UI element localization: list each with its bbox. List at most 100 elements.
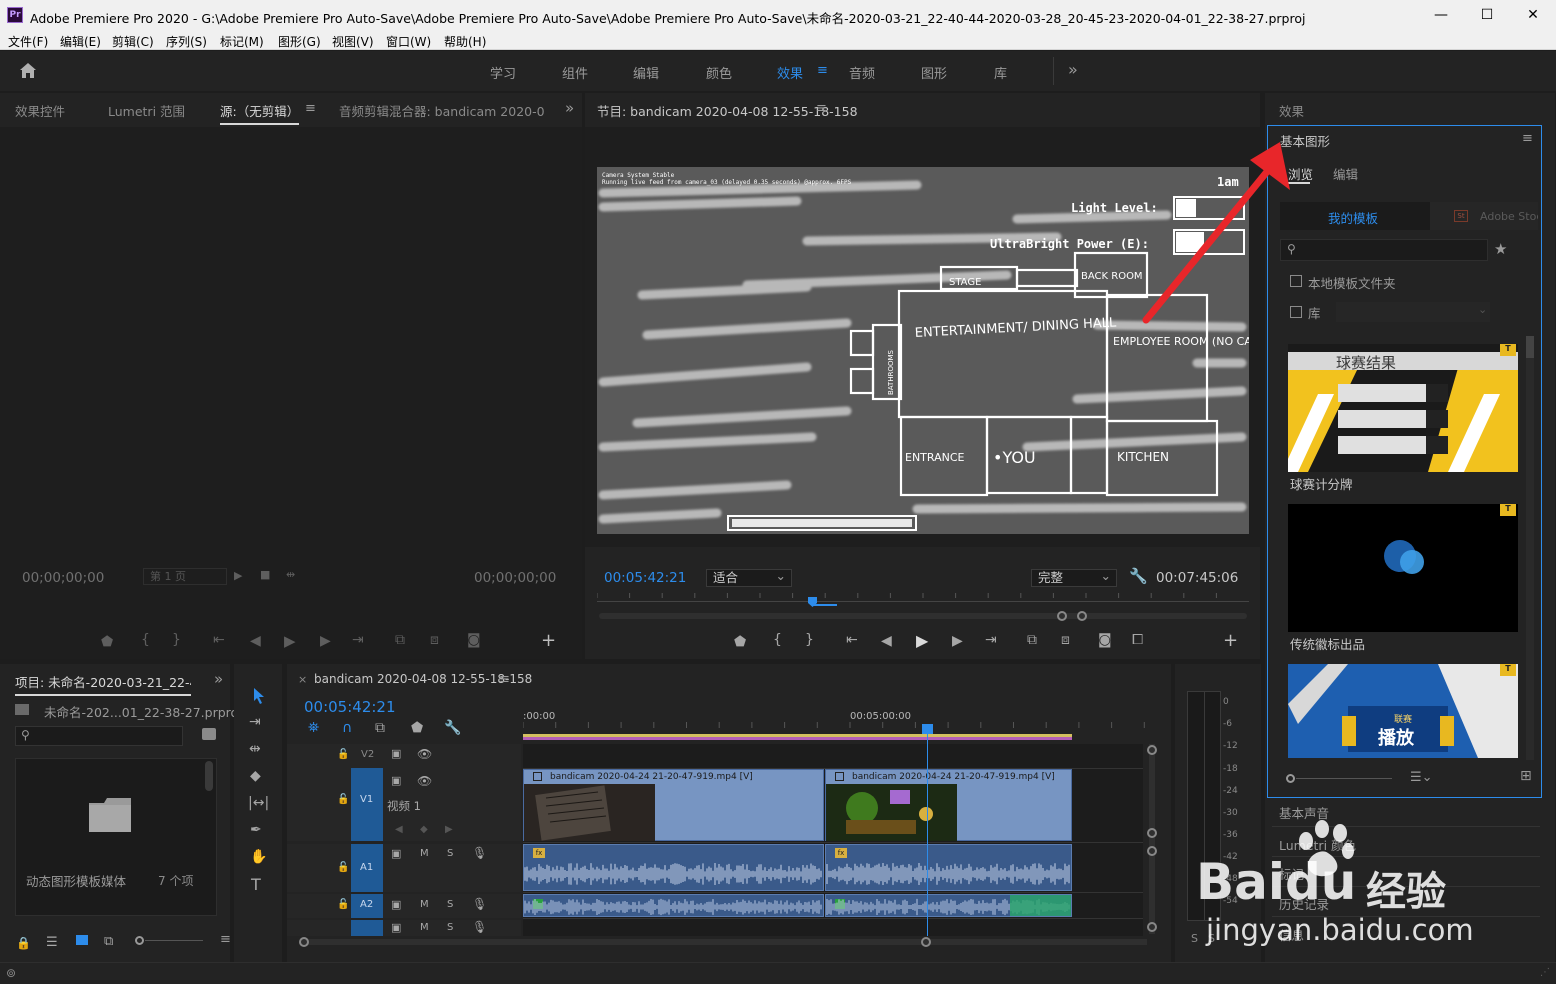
export-frame-icon[interactable]: ◙ — [1098, 632, 1112, 648]
source-insert-icon[interactable]: ⧉ — [395, 632, 405, 648]
library-dropdown[interactable]: ⌄ — [1336, 302, 1490, 322]
track-sync-icon[interactable]: ▣ — [391, 898, 401, 911]
audio-clip[interactable]: fx — [523, 844, 824, 891]
template-scoreboard-thumb[interactable]: 球赛结果 T — [1288, 344, 1518, 472]
extract-icon[interactable]: ⧈ — [1061, 632, 1070, 648]
program-zoom-handle-left[interactable] — [1057, 611, 1067, 621]
track-target-a3[interactable] — [351, 920, 383, 936]
source-page-dropdown[interactable]: 第 1 页 — [143, 568, 227, 585]
menu-clip[interactable]: 剪辑(C) — [112, 33, 154, 50]
keyframe-next-icon[interactable]: ▶ — [445, 824, 453, 835]
microphone-icon[interactable]: 🎙 — [472, 846, 487, 860]
favorites-star-icon[interactable]: ★ — [1494, 240, 1507, 258]
workspace-audio[interactable]: 音频 — [849, 63, 875, 82]
menu-help[interactable]: 帮助(H) — [444, 33, 486, 50]
timeline-playhead[interactable] — [927, 726, 928, 936]
track-lock-icon[interactable]: 🔓 — [337, 749, 349, 760]
source-goto-in-icon[interactable]: ⇤ — [213, 632, 225, 648]
effects-panel-title[interactable]: 效果 — [1279, 101, 1304, 120]
project-overflow-icon[interactable]: » — [214, 670, 223, 688]
panel-info[interactable]: 信息 — [1279, 925, 1304, 944]
timeline-close-icon[interactable]: × — [298, 673, 307, 686]
minimize-button[interactable]: — — [1418, 0, 1464, 30]
program-fit-dropdown[interactable]: 适合 — [706, 568, 792, 587]
source-export-frame-icon[interactable]: ■ — [260, 568, 270, 581]
menu-sequence[interactable]: 序列(S) — [166, 33, 207, 50]
video-clip[interactable]: bandicam 2020-04-24 21-20-47-919.mp4 [V] — [825, 769, 1072, 841]
zoom-slider-handle[interactable] — [135, 936, 144, 945]
workspace-color[interactable]: 颜色 — [706, 63, 732, 82]
comparison-view-icon[interactable]: ⧠ — [1132, 632, 1143, 648]
nest-icon[interactable]: ⛯ — [308, 720, 319, 736]
audio-clip[interactable] — [825, 894, 1072, 917]
microphone-icon[interactable]: 🎙 — [472, 897, 487, 911]
program-quality-dropdown[interactable]: 完整 — [1031, 568, 1117, 587]
keyframe-add-icon[interactable]: ◆ — [420, 824, 428, 835]
program-zoom-scrollbar[interactable] — [599, 613, 1247, 619]
panel-history[interactable]: 历史记录 — [1279, 894, 1329, 913]
tab-source[interactable]: 源:（无剪辑） — [220, 101, 300, 125]
selection-tool-icon[interactable] — [252, 687, 266, 705]
scroll-handle[interactable] — [1147, 828, 1157, 838]
add-marker-icon[interactable]: ⬟ — [734, 634, 746, 650]
tab-audio-clip-mixer[interactable]: 音频剪辑混合器: bandicam 2020-04-0 — [339, 101, 545, 120]
type-tool-icon[interactable]: T — [251, 875, 261, 894]
workspace-graphics[interactable]: 图形 — [921, 63, 947, 82]
timeline-marker-icon[interactable]: ⬟ — [411, 720, 423, 736]
program-zoom-handle-right[interactable] — [1077, 611, 1087, 621]
source-overwrite-icon[interactable]: ⧈ — [430, 632, 439, 648]
menu-graphics[interactable]: 图形(G) — [278, 33, 321, 50]
workspace-menu-icon[interactable]: ≡ — [817, 63, 828, 78]
new-layer-icon[interactable]: ⊞ — [1520, 768, 1532, 784]
step-back-icon[interactable]: ◀ — [881, 633, 892, 649]
linked-selection-icon[interactable]: ⧉ — [375, 720, 385, 736]
template-broadcast-thumb[interactable]: 联赛 播放 T — [1288, 664, 1518, 758]
track-sync-icon[interactable]: ▣ — [391, 847, 401, 860]
snap-icon[interactable]: ∩ — [342, 720, 352, 736]
meter-solo-left[interactable]: S — [1191, 932, 1198, 945]
track-sync-icon[interactable]: ▣ — [391, 921, 401, 934]
thumbnail-size-handle[interactable] — [1286, 774, 1295, 783]
video-clip[interactable]: bandicam 2020-04-24 21-20-47-919.mp4 [V] — [523, 769, 824, 841]
microphone-icon[interactable]: 🎙 — [472, 920, 487, 934]
track-eye-icon[interactable]: 👁 — [417, 747, 432, 761]
mark-in-icon[interactable]: { — [773, 632, 782, 648]
razor-tool-icon[interactable]: ◆ — [250, 768, 261, 784]
track-solo-button[interactable]: S — [447, 922, 453, 933]
program-timecode[interactable]: 00:05:42:21 — [604, 570, 686, 586]
source-mark-in-icon[interactable]: { — [141, 632, 150, 648]
essential-graphics-menu-icon[interactable]: ≡ — [1522, 131, 1533, 146]
play-button-icon[interactable]: ▶ — [916, 631, 928, 650]
workspace-editing[interactable]: 编辑 — [633, 63, 659, 82]
tab-effect-controls[interactable]: 效果控件 — [15, 101, 65, 120]
project-tab[interactable]: 项目: 未命名-2020-03-21_22-40-4 — [15, 672, 191, 696]
creative-cloud-icon[interactable]: ⊚ — [6, 966, 16, 980]
source-settings-icon[interactable]: ⇹ — [286, 568, 295, 581]
panel-essential-sound[interactable]: 基本声音 — [1279, 803, 1329, 822]
track-mute-button[interactable]: M — [420, 848, 429, 859]
template-list-scrollbar-thumb[interactable] — [1526, 336, 1534, 358]
program-add-button-icon[interactable]: + — [1223, 630, 1238, 651]
template-list-scrollbar[interactable] — [1526, 336, 1534, 760]
source-step-forward-icon[interactable]: ▶ — [320, 633, 331, 649]
track-lock-icon[interactable]: 🔓 — [337, 794, 349, 805]
audio-clip[interactable]: fx — [825, 844, 1072, 891]
scroll-handle[interactable] — [299, 937, 309, 947]
timeline-ruler[interactable] — [523, 722, 1145, 740]
icon-view-icon[interactable] — [76, 935, 88, 945]
menu-marker[interactable]: 标记(M) — [220, 33, 264, 50]
timeline-settings-icon[interactable]: 🔧 — [444, 720, 461, 736]
source-marker-icon[interactable]: ⬟ — [101, 634, 113, 650]
program-menu-icon[interactable]: ≡ — [816, 101, 827, 116]
project-search-input[interactable]: ⚲ — [15, 726, 183, 746]
freeform-view-icon[interactable]: ⧉ — [104, 934, 113, 949]
adobe-stock-tab[interactable]: St Adobe Stoc — [1430, 202, 1538, 230]
maximize-button[interactable]: ☐ — [1464, 0, 1510, 30]
panel-lumetri-color[interactable]: Lumetri 颜色 — [1279, 835, 1356, 854]
template-logo-thumb[interactable]: T — [1288, 504, 1518, 632]
hand-tool-icon[interactable]: ✋ — [250, 849, 267, 865]
source-camera-icon[interactable]: ◙ — [467, 632, 481, 648]
lock-icon[interactable]: 🔒 — [16, 936, 31, 950]
mark-out-icon[interactable]: } — [805, 632, 814, 648]
project-menu-icon[interactable]: ≡ — [220, 932, 231, 947]
